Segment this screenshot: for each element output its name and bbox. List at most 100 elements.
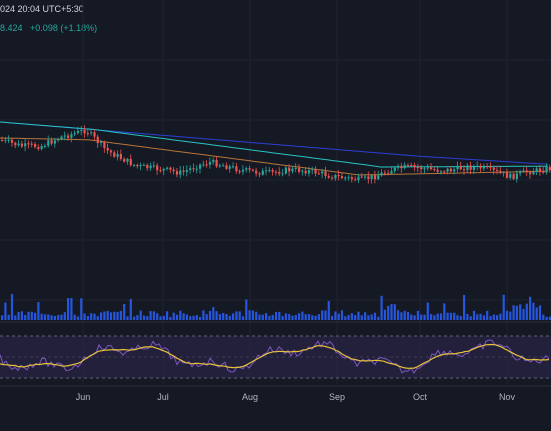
candle-body <box>175 171 179 175</box>
volume-bar <box>50 315 53 320</box>
volume-bar <box>522 308 525 320</box>
volume-bar <box>538 305 542 320</box>
volume-bar <box>162 315 165 320</box>
volume-bar <box>377 316 380 320</box>
volume-bar <box>288 314 291 320</box>
candle-body <box>281 173 284 175</box>
volume-bar <box>182 313 185 320</box>
candle-body <box>459 165 462 170</box>
candle-body <box>489 167 492 169</box>
candle-body <box>367 176 370 180</box>
chart-container[interactable]: 024 20:04 UTC+5:30 8.424 +0.098 (+1.18%)… <box>0 0 551 431</box>
candle-body <box>423 168 426 170</box>
candle-body <box>370 175 373 180</box>
candle-body <box>522 170 525 172</box>
volume-bar <box>185 314 188 320</box>
volume-bar <box>443 303 446 320</box>
candle-body <box>288 167 291 172</box>
candle-body <box>251 169 254 171</box>
volume-bar <box>545 316 548 320</box>
volume-bar <box>212 306 215 320</box>
candle-body <box>195 168 198 170</box>
candle-body <box>152 165 155 167</box>
volume-bar <box>116 311 119 320</box>
volume-bar <box>380 295 383 320</box>
candle-body <box>109 150 113 153</box>
volume-bar <box>248 310 251 320</box>
candle-body <box>400 165 403 169</box>
candle-body <box>420 167 423 170</box>
time-axis-label: Oct <box>413 392 428 402</box>
candle-body <box>172 169 175 172</box>
candle-body <box>340 176 344 179</box>
volume-bar <box>502 294 505 320</box>
candle-body <box>298 167 301 172</box>
candle-body <box>466 165 469 171</box>
candle-body <box>331 177 334 179</box>
candle-body <box>126 158 129 162</box>
volume-bar <box>67 298 70 320</box>
volume-bar <box>529 296 532 320</box>
candle-body <box>476 165 479 168</box>
candle-body <box>70 134 73 138</box>
volume-bar <box>430 314 433 320</box>
candle-body <box>96 136 99 144</box>
volume-bar <box>532 302 535 320</box>
candle-body <box>505 172 509 178</box>
volume-bar <box>205 314 208 320</box>
candle-body <box>116 154 119 157</box>
candle-body <box>212 159 215 162</box>
volume-bar <box>192 315 195 320</box>
candle-body <box>535 168 538 173</box>
volume-bar <box>327 301 330 320</box>
candle-body <box>225 165 228 169</box>
volume-bar <box>278 311 281 320</box>
candle-body <box>93 132 96 137</box>
candle-body <box>205 164 208 166</box>
candle-body <box>390 171 393 174</box>
price-chart[interactable]: Jun Jul Aug Sep Oct Nov <box>0 0 551 431</box>
volume-bar <box>169 316 172 320</box>
candle-body <box>4 139 7 141</box>
candle-body <box>53 140 56 144</box>
candle-body <box>228 166 231 169</box>
volume-bar <box>274 312 278 320</box>
volume-bar <box>347 314 350 320</box>
candle-body <box>354 179 357 181</box>
candle-body <box>344 177 347 179</box>
volume-bar <box>304 314 307 320</box>
volume-bar <box>113 311 116 320</box>
candle-body <box>525 170 528 173</box>
candle-body <box>215 159 218 167</box>
volume-bar <box>317 314 320 320</box>
volume-bar <box>235 311 238 320</box>
volume-bar <box>515 305 518 320</box>
candle-body <box>486 166 489 168</box>
volume-bar <box>370 314 373 320</box>
candle-body <box>17 143 20 146</box>
volume-bar <box>73 314 76 320</box>
candle-body <box>482 166 485 169</box>
candle-body <box>182 170 185 172</box>
candle-body <box>347 177 350 179</box>
candle-body <box>449 168 452 172</box>
time-axis[interactable]: Jun Jul Aug Sep Oct Nov <box>76 392 516 402</box>
candle-body <box>103 142 106 148</box>
candle-body <box>86 133 89 135</box>
volume-bar <box>446 312 449 320</box>
volume-bar <box>469 316 472 320</box>
candle-body <box>416 167 419 169</box>
candle-body <box>232 166 235 168</box>
candle-body <box>265 170 268 172</box>
candle-body <box>278 171 281 174</box>
candle-body <box>426 167 429 169</box>
candle-body <box>324 171 327 177</box>
volume-bar <box>76 316 80 320</box>
candle-body <box>446 168 449 172</box>
volume-bar <box>241 316 245 320</box>
volume-bar <box>159 316 162 320</box>
ma-line-orange <box>0 137 549 176</box>
candle-body <box>185 170 188 172</box>
volume-bar <box>251 310 254 320</box>
candle-body <box>436 169 439 172</box>
